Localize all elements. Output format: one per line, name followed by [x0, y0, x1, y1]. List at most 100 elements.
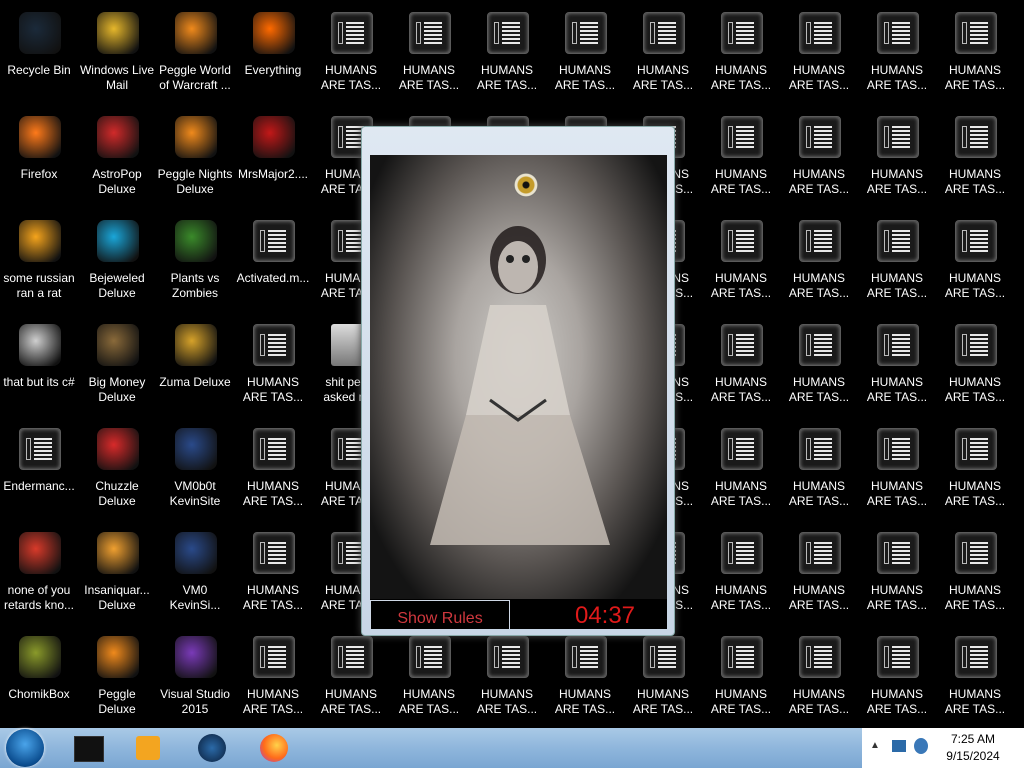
desktop-icon-20[interactable]: VM0 KevinSi... [156, 526, 234, 630]
desktop-icon-12[interactable]: that but its c# [0, 318, 78, 422]
humans-file-icon-item[interactable]: HUMANS ARE TAS... [858, 422, 936, 526]
humans-file-icon-item[interactable]: HUMANS ARE TAS... [858, 318, 936, 422]
desktop-icon-label: HUMANS ARE TAS... [788, 687, 850, 716]
desktop-icon-label: Peggle Nights Deluxe [157, 167, 233, 196]
desktop-icon-1[interactable]: Windows Live Mail [78, 6, 156, 110]
desktop-icon-16[interactable]: Chuzzle Deluxe [78, 422, 156, 526]
humans-file-icon-item[interactable]: HUMANS ARE TAS... [858, 6, 936, 110]
desktop-icon-23[interactable]: Visual Studio 2015 [156, 630, 234, 734]
humans-file-icon-item[interactable]: HUMANS ARE TAS... [858, 630, 936, 734]
humans-file-icon-item[interactable]: HUMANS ARE TAS... [858, 110, 936, 214]
humans-file-icon-item[interactable]: HUMANS ARE TAS... [858, 214, 936, 318]
network-icon[interactable] [892, 740, 906, 752]
humans-file-icon-item[interactable]: HUMANS ARE TAS... [936, 6, 1014, 110]
desktop-icon-15[interactable]: Endermanc... [0, 422, 78, 526]
humans-file-icon-item[interactable]: HUMANS ARE TAS... [936, 630, 1014, 734]
desktop-icon-17[interactable]: VM0b0t KevinSite [156, 422, 234, 526]
lines-glyph [580, 22, 598, 44]
file-icon [487, 12, 529, 54]
humans-file-icon-item[interactable]: HUMANS ARE TAS... [702, 6, 780, 110]
volume-icon[interactable] [914, 738, 928, 754]
lines-glyph [892, 542, 910, 564]
humans-file-icon-item[interactable]: HUMANS ARE TAS... [936, 422, 1014, 526]
humans-file-icon-item[interactable]: HUMANS ARE TAS... [780, 214, 858, 318]
bar-glyph [260, 646, 265, 668]
popup-window[interactable]: Show Rules 04:37 [361, 126, 675, 636]
humans-file-icon-item[interactable]: HUMANS ARE TAS... [702, 526, 780, 630]
show-rules-button[interactable]: Show Rules [370, 600, 510, 629]
humans-file-icon-item[interactable]: HUMANS ARE TAS... [780, 630, 858, 734]
show-hidden-icons-icon[interactable]: ▲ [870, 740, 880, 751]
humans-file-icon-item[interactable]: HUMANS ARE TAS... [702, 630, 780, 734]
desktop-icon-11[interactable]: Activated.m... [234, 214, 312, 318]
humans-file-icon-item[interactable]: HUMANS ARE TAS... [936, 318, 1014, 422]
desktop-icon-9[interactable]: Bejeweled Deluxe [78, 214, 156, 318]
humans-file-icon-item[interactable]: HUMANS ARE TAS... [234, 422, 312, 526]
humans-file-icon-item[interactable]: HUMANS ARE TAS... [390, 630, 468, 734]
desktop-icon-19[interactable]: Insaniquar... Deluxe [78, 526, 156, 630]
humans-file-icon-item[interactable]: HUMANS ARE TAS... [858, 526, 936, 630]
desktop-icon-0[interactable]: Recycle Bin [0, 6, 78, 110]
humans-file-icon-item[interactable]: HUMANS ARE TAS... [234, 630, 312, 734]
humans-file-icon-item[interactable]: HUMANS ARE TAS... [390, 6, 468, 110]
humans-file-icon-item[interactable]: HUMANS ARE TAS... [780, 526, 858, 630]
humans-file-icon-item[interactable]: HUMANS ARE TAS... [780, 422, 858, 526]
desktop-icon-5[interactable]: AstroPop Deluxe [78, 110, 156, 214]
lines-glyph [268, 230, 286, 252]
humans-file-icon-item[interactable]: HUMANS ARE TAS... [702, 422, 780, 526]
desktop-icon-label: Endermanc... [3, 479, 75, 493]
taskbar-app-globe[interactable] [184, 730, 240, 766]
humans-file-icon-item[interactable]: HUMANS ARE TAS... [780, 318, 858, 422]
humans-file-icon-item[interactable]: HUMANS ARE TAS... [780, 110, 858, 214]
humans-file-icon-item[interactable]: HUMANS ARE TAS... [312, 6, 390, 110]
desktop-icon-22[interactable]: Peggle Deluxe [78, 630, 156, 734]
file-icon [799, 532, 841, 574]
desktop-icon-4[interactable]: Firefox [0, 110, 78, 214]
clock-date[interactable]: 9/15/2024 [930, 749, 1016, 763]
humans-file-icon-item[interactable]: HUMANS ARE TAS... [936, 526, 1014, 630]
clock-time[interactable]: 7:25 AM [930, 732, 1016, 746]
zuma-icon [175, 324, 217, 366]
desktop-icon-label: HUMANS ARE TAS... [320, 63, 382, 92]
start-button[interactable] [6, 729, 44, 767]
file-icon [955, 220, 997, 262]
humans-file-icon-item[interactable]: HUMANS ARE TAS... [702, 110, 780, 214]
humans-file-icon-item[interactable]: HUMANS ARE TAS... [546, 6, 624, 110]
humans-file-icon-item[interactable]: HUMANS ARE TAS... [780, 6, 858, 110]
taskbar-app-media-player[interactable] [120, 730, 176, 766]
desktop-icon-6[interactable]: Peggle Nights Deluxe [156, 110, 234, 214]
humans-file-icon-item[interactable]: HUMANS ARE TAS... [234, 526, 312, 630]
desktop-icon-label: HUMANS ARE TAS... [944, 479, 1006, 508]
humans-file-icon-item[interactable]: HUMANS ARE TAS... [936, 110, 1014, 214]
bar-glyph [728, 230, 733, 252]
humans-file-icon-item[interactable]: HUMANS ARE TAS... [702, 214, 780, 318]
humans-file-icon-item[interactable]: HUMANS ARE TAS... [936, 214, 1014, 318]
desktop-icon-18[interactable]: none of you retards kno... [0, 526, 78, 630]
file-icon [877, 324, 919, 366]
taskbar-app-black-window[interactable] [60, 730, 116, 766]
taskbar-app-firefox[interactable] [246, 730, 302, 766]
bar-glyph [962, 22, 967, 44]
humans-file-icon-item[interactable]: HUMANS ARE TAS... [234, 318, 312, 422]
desktop-icon-13[interactable]: Big Money Deluxe [78, 318, 156, 422]
visual-studio-icon [175, 636, 217, 678]
taskbar: ▲ 7:25 AM 9/15/2024 [0, 728, 1024, 768]
desktop-icon-label: VM0 KevinSi... [169, 583, 221, 612]
humans-file-icon-item[interactable]: HUMANS ARE TAS... [468, 6, 546, 110]
humans-file-icon-item[interactable]: HUMANS ARE TAS... [312, 630, 390, 734]
desktop-icon-21[interactable]: ChomikBox [0, 630, 78, 734]
desktop-icon-14[interactable]: Zuma Deluxe [156, 318, 234, 422]
desktop-icon-8[interactable]: some russian ran a rat [0, 214, 78, 318]
desktop-icon-label: HUMANS ARE TAS... [554, 63, 616, 92]
humans-file-icon-item[interactable]: HUMANS ARE TAS... [468, 630, 546, 734]
desktop-icon-2[interactable]: Peggle World of Warcraft ... [156, 6, 234, 110]
bar-glyph [338, 542, 343, 564]
desktop-icon-7[interactable]: MrsMajor2.... [234, 110, 312, 214]
humans-file-icon-item[interactable]: HUMANS ARE TAS... [624, 630, 702, 734]
desktop-icon-3[interactable]: Everything [234, 6, 312, 110]
humans-file-icon-item[interactable]: HUMANS ARE TAS... [546, 630, 624, 734]
humans-file-icon-item[interactable]: HUMANS ARE TAS... [624, 6, 702, 110]
bar-glyph [884, 230, 889, 252]
humans-file-icon-item[interactable]: HUMANS ARE TAS... [702, 318, 780, 422]
desktop-icon-10[interactable]: Plants vs Zombies [156, 214, 234, 318]
